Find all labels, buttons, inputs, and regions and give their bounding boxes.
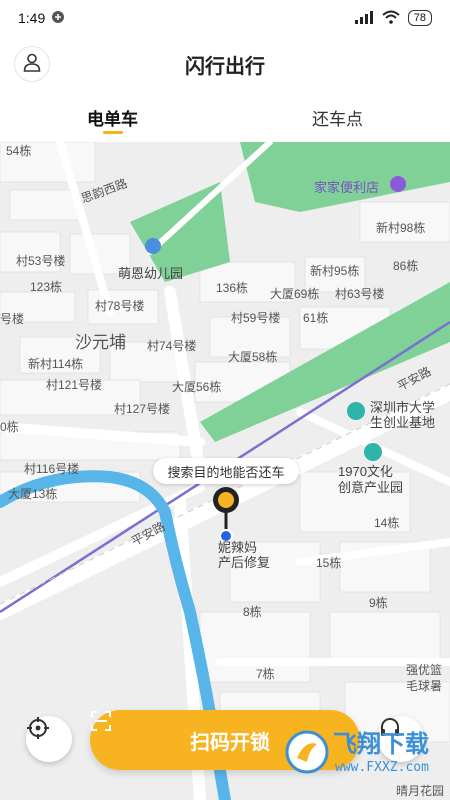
map-label: 0栋 xyxy=(0,420,19,434)
map-label: 7栋 xyxy=(256,667,275,681)
map-label: 123栋 xyxy=(30,280,63,294)
map-label: 14栋 xyxy=(374,516,400,530)
watermark: 飞翔下载 www.FXXZ.com xyxy=(283,722,448,794)
wifi-icon xyxy=(382,10,400,27)
watermark-url: www.FXXZ.com xyxy=(335,760,429,775)
return-search-tip-text: 搜索目的地能否还车 xyxy=(167,464,285,480)
map-label: 新村95栋 xyxy=(310,264,360,278)
status-bar: 1:49 78 xyxy=(0,0,450,36)
map-view[interactable]: 54栋 思韵西路 家家便利店 新村98栋 村53号楼 萌恩幼儿园 新村95栋 8… xyxy=(0,142,450,800)
map-label: 村59号楼 xyxy=(231,311,281,325)
map-label: 9栋 xyxy=(369,596,388,610)
map-label: 大厦69栋 xyxy=(270,287,320,301)
watermark-title: 飞翔下载 xyxy=(333,731,429,758)
locate-button[interactable] xyxy=(26,716,72,762)
status-time: 1:49 xyxy=(18,10,46,26)
tab-ebike[interactable]: 电单车 xyxy=(0,92,225,142)
map-label: 15栋 xyxy=(316,556,342,570)
header: 闪行出行 xyxy=(0,36,450,92)
map-label: 村121号楼 xyxy=(46,378,103,392)
map-label: 大厦58栋 xyxy=(228,350,278,364)
map-label: 大厦13栋 xyxy=(8,487,58,501)
map-label: 1970文化 创意产业园 xyxy=(338,464,404,495)
map-label: 136栋 xyxy=(216,281,249,295)
active-tab-indicator xyxy=(102,131,123,134)
map-label: 村74号楼 xyxy=(147,339,197,353)
signal-icon xyxy=(354,10,374,27)
map-label: 大厦56栋 xyxy=(172,380,222,394)
map-label: 强优篮 毛球暑 xyxy=(406,663,443,693)
battery-indicator: 78 xyxy=(407,10,432,26)
tab-bar: 电单车 还车点 xyxy=(0,92,450,142)
tab-ebike-label: 电单车 xyxy=(87,109,138,129)
map-label: 8栋 xyxy=(243,605,262,619)
map-label: 村78号楼 xyxy=(95,299,145,313)
map-label: 家家便利店 xyxy=(314,180,380,195)
scan-unlock-label: 扫码开锁 xyxy=(190,731,270,754)
map-label: 深圳市大学 生创业基地 xyxy=(370,400,436,430)
map-label: 号楼 xyxy=(0,312,25,326)
map-label: 86栋 xyxy=(393,259,419,273)
map-label: 村127号楼 xyxy=(114,402,171,416)
map-label: 村116号楼 xyxy=(24,462,80,476)
page-title: 闪行出行 xyxy=(185,55,265,78)
user-icon xyxy=(22,52,42,77)
profile-button[interactable] xyxy=(14,46,50,82)
map-label: 萌恩幼儿园 xyxy=(118,266,184,281)
map-label: 新村98栋 xyxy=(376,221,426,235)
map-label: 妮辣妈 产后修复 xyxy=(218,540,271,570)
map-label: 沙元埔 xyxy=(75,333,126,352)
map-label: 村63号楼 xyxy=(335,287,385,301)
map-label: 村53号楼 xyxy=(16,254,66,268)
map-label: 54栋 xyxy=(6,144,32,158)
status-left: 1:49 xyxy=(18,10,65,27)
map-label: 新村114栋 xyxy=(28,357,84,371)
app-notification-icon xyxy=(51,10,65,27)
map-label: 61栋 xyxy=(303,311,329,325)
return-search-tip[interactable]: 搜索目的地能否还车 xyxy=(153,458,299,484)
tab-return-point[interactable]: 还车点 xyxy=(225,92,450,142)
status-right: 78 xyxy=(354,10,432,27)
tab-return-point-label: 还车点 xyxy=(312,109,363,129)
